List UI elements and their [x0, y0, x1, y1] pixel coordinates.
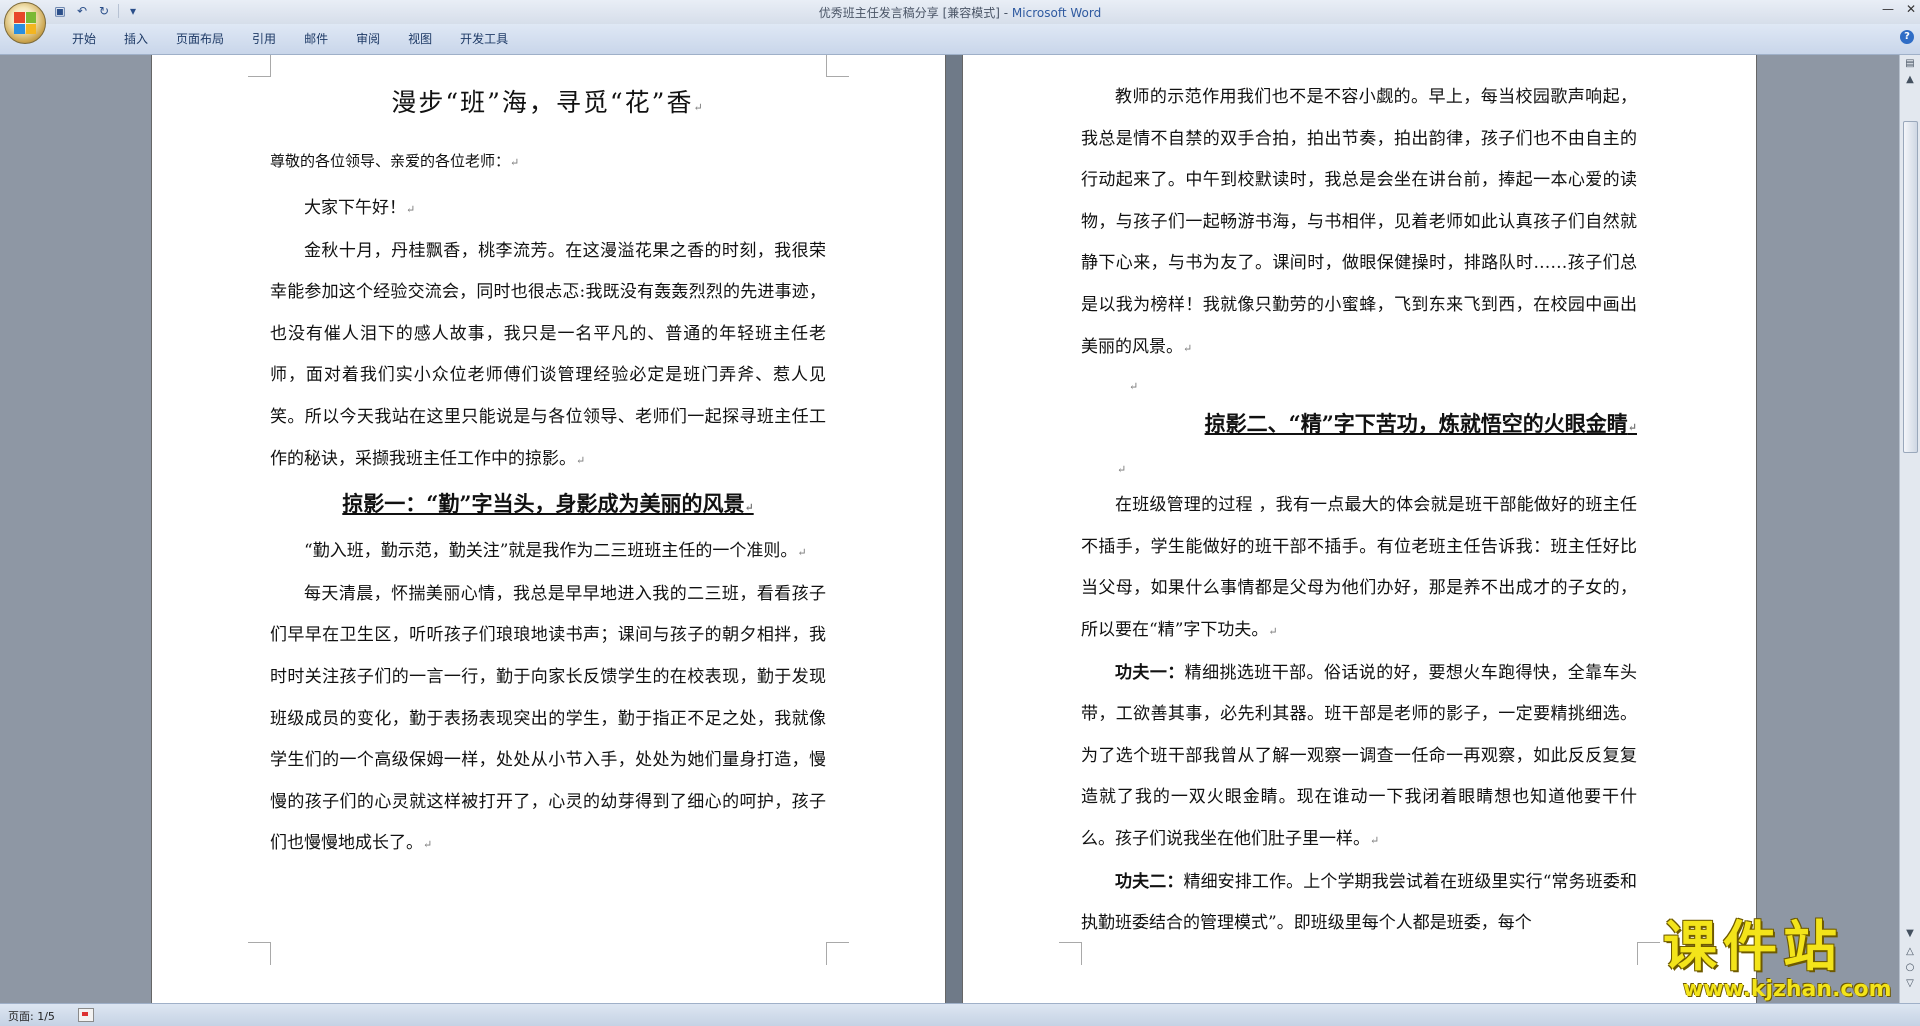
document-heading: 漫步“班”海，寻觅“花”香↵	[270, 75, 826, 136]
document-area[interactable]: 漫步“班”海，寻觅“花”香↵ 尊敬的各位领导、亲爱的各位老师：↵ 大家下午好！↵…	[0, 55, 1900, 1003]
document-title: 优秀班主任发言稿分享 [兼容模式] -	[818, 6, 1012, 20]
greeting-text: 大家下午好！	[304, 198, 406, 218]
paragraph-text: 精细挑选班干部。俗话说的好，要想火车跑得快，全靠车头带，工欲善其事，必先利其器。…	[1081, 662, 1637, 849]
crop-mark	[248, 55, 271, 77]
body-paragraph: “勤入班，勤示范，勤关注”就是我作为二三班班主任的一个准则。↵	[270, 531, 826, 574]
paragraph-mark: ↵	[1627, 421, 1637, 435]
paragraph-text: 每天清晨，怀揣美丽心情，我总是早早地进入我的二三班，看看孩子们早早在卫生区，听听…	[270, 583, 826, 854]
page-2-content: 教师的示范作用我们也不是不容小觑的。早上，每当校园歌声响起，我总是情不自禁的双手…	[1081, 77, 1637, 945]
section-heading-2: 掠影二、“精”字下苦功，炼就悟空的火眼金睛↵	[1081, 401, 1637, 451]
tab-developer[interactable]: 开发工具	[446, 30, 522, 48]
crop-mark	[826, 55, 849, 77]
ribbon: 开始 插入 页面布局 引用 邮件 审阅 视图 开发工具 ?	[0, 24, 1920, 55]
crop-mark	[248, 942, 271, 965]
watermark-url: www.kjzhan.com	[1683, 977, 1892, 1002]
close-icon[interactable]: ✕	[1906, 2, 1916, 16]
page-2[interactable]: 教师的示范作用我们也不是不容小觑的。早上，每当校园歌声响起，我总是情不自禁的双手…	[963, 55, 1756, 1003]
tab-references[interactable]: 引用	[238, 30, 290, 48]
paragraph-mark: ↵	[1268, 624, 1278, 638]
paragraph-mark: ↵	[1183, 341, 1193, 355]
tab-insert[interactable]: 插入	[110, 30, 162, 48]
intro-text: 金秋十月，丹桂飘香，桃李流芳。在这漫溢花果之香的时刻，我很荣幸能参加这个经验交流…	[270, 240, 826, 469]
paragraph-mark: ↵	[1117, 463, 1127, 477]
paragraph-mark: ↵	[1129, 380, 1139, 394]
section-heading-text: 掠影一：“勤”字当头，身影成为美丽的风景	[342, 491, 745, 517]
previous-page-icon[interactable]: △	[1902, 945, 1918, 959]
crop-mark	[1059, 942, 1082, 965]
body-paragraph: 功夫二：精细安排工作。上个学期我尝试着在班级里实行“常务班委和执勤班委结合的管理…	[1081, 862, 1637, 945]
paragraph-mark: ↵	[693, 101, 705, 114]
paragraph-text: 在班级管理的过程 ，我有一点最大的体会就是班干部能做好的班主任不插手，学生能做好…	[1081, 495, 1637, 640]
section-heading-text: 掠影二、“精”字下苦功，炼就悟空的火眼金睛	[1204, 411, 1628, 437]
page-gap	[945, 55, 963, 1003]
body-paragraph: 教师的示范作用我们也不是不容小觑的。早上，每当校园歌声响起，我总是情不自禁的双手…	[1081, 77, 1637, 369]
section-heading-1: 掠影一：“勤”字当头，身影成为美丽的风景↵	[270, 481, 826, 531]
paragraph-mark: ↵	[510, 156, 520, 169]
tab-view[interactable]: 视图	[394, 30, 446, 48]
paragraph-text: “勤入班，勤示范，勤关注”就是我作为二三班班主任的一个准则。	[304, 541, 798, 562]
body-paragraph: 每天清晨，怀揣美丽心情，我总是早早地进入我的二三班，看看孩子们早早在卫生区，听听…	[270, 574, 826, 866]
crop-mark	[826, 942, 849, 965]
heading-text: 漫步“班”海，寻觅“花”香	[391, 88, 694, 117]
scroll-thumb[interactable]	[1903, 121, 1918, 453]
paragraph-mark: ↵	[406, 203, 416, 216]
vertical-scrollbar[interactable]: ▤ ▲ ▼ △ ○ ▽	[1899, 55, 1920, 1003]
paragraph-mark: ↵	[1370, 833, 1380, 847]
paragraph-mark: ↵	[423, 838, 433, 852]
tab-review[interactable]: 审阅	[342, 30, 394, 48]
office-button[interactable]	[4, 2, 46, 44]
tab-mailings[interactable]: 邮件	[290, 30, 342, 48]
select-browse-object-icon[interactable]: ○	[1902, 961, 1918, 975]
page-1[interactable]: 漫步“班”海，寻觅“花”香↵ 尊敬的各位领导、亲爱的各位老师：↵ 大家下午好！↵…	[152, 55, 945, 1003]
kungfu-1-label: 功夫一：	[1115, 662, 1185, 683]
empty-paragraph: ↵	[1081, 369, 1637, 401]
scroll-up-icon[interactable]: ▲	[1902, 73, 1918, 87]
paragraph-mark: ↵	[797, 546, 807, 560]
intro-paragraph: 金秋十月，丹桂飘香，桃李流芳。在这漫溢花果之香的时刻，我很荣幸能参加这个经验交流…	[270, 231, 826, 482]
tab-home[interactable]: 开始	[58, 30, 110, 48]
salutation: 尊敬的各位领导、亲爱的各位老师：↵	[270, 146, 826, 178]
page-indicator[interactable]: 页面: 1/5	[8, 1008, 55, 1024]
kungfu-2-label: 功夫二：	[1115, 871, 1184, 892]
app-name: Microsoft Word	[1011, 6, 1102, 20]
empty-paragraph: ↵	[1081, 451, 1637, 485]
paragraph-mark: ↵	[576, 453, 586, 467]
minimize-icon[interactable]: —	[1882, 2, 1894, 16]
ribbon-tabs: 开始 插入 页面布局 引用 邮件 审阅 视图 开发工具	[58, 30, 522, 48]
scroll-down-icon[interactable]: ▼	[1902, 927, 1918, 941]
proofing-status-icon[interactable]	[78, 1008, 94, 1022]
window-controls: — ✕	[1882, 2, 1916, 16]
office-logo-icon	[14, 12, 36, 34]
crop-mark	[1637, 942, 1660, 965]
body-paragraph: 在班级管理的过程 ，我有一点最大的体会就是班干部能做好的班主任不插手，学生能做好…	[1081, 485, 1637, 652]
page-1-content: 漫步“班”海，寻觅“花”香↵ 尊敬的各位领导、亲爱的各位老师：↵ 大家下午好！↵…	[270, 75, 826, 866]
title-bar: ▣ ↶ ↻ ▾ 优秀班主任发言稿分享 [兼容模式] - Microsoft Wo…	[0, 0, 1920, 44]
paragraph-text: 教师的示范作用我们也不是不容小觑的。早上，每当校园歌声响起，我总是情不自禁的双手…	[1081, 87, 1637, 357]
next-page-icon[interactable]: ▽	[1902, 977, 1918, 991]
site-watermark: 课件站 www.kjzhan.com	[1663, 917, 1903, 1007]
salutation-text: 尊敬的各位领导、亲爱的各位老师：	[270, 152, 511, 170]
window-title: 优秀班主任发言稿分享 [兼容模式] - Microsoft Word	[0, 4, 1920, 21]
watermark-logo: 课件站	[1663, 915, 1843, 978]
status-bar: 页面: 1/5	[0, 1003, 1920, 1026]
ruler-toggle-icon[interactable]: ▤	[1902, 57, 1918, 71]
body-paragraph: 功夫一：精细挑选班干部。俗话说的好，要想火车跑得快，全靠车头带，工欲善其事，必先…	[1081, 653, 1637, 862]
tab-page-layout[interactable]: 页面布局	[162, 30, 238, 48]
paragraph-mark: ↵	[744, 501, 754, 515]
help-icon[interactable]: ?	[1900, 30, 1914, 44]
greeting-paragraph: 大家下午好！↵	[270, 188, 826, 231]
